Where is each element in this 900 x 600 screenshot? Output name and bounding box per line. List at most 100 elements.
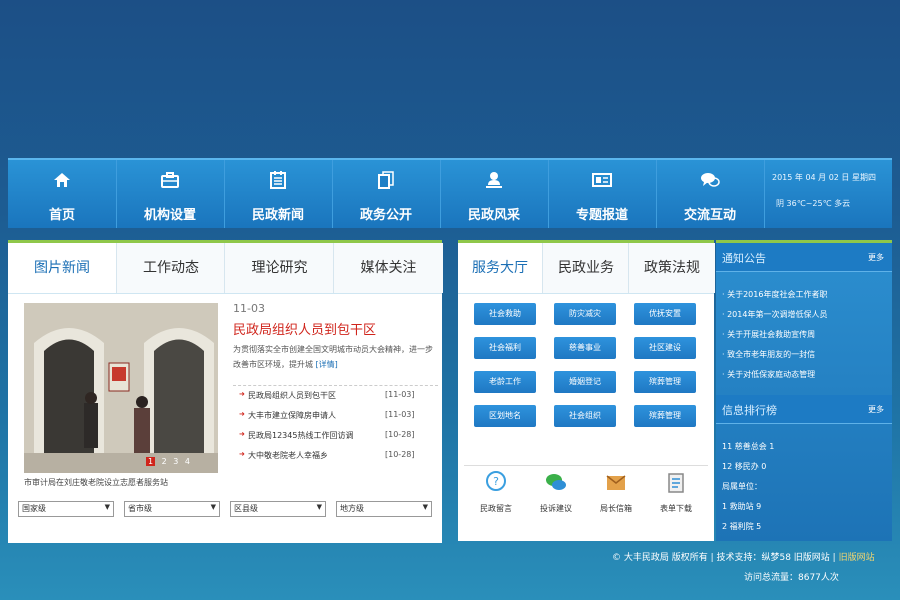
news-item-title[interactable]: 民政局组织人员到包干区 (248, 390, 336, 401)
notice-item[interactable]: · 关于2016年度社会工作者职 (722, 289, 827, 300)
footer-text: © 大丰民政局 版权所有 | 技术支持：纵梦58 旧版网站 | (612, 553, 836, 563)
list-item[interactable]: ➜ 大丰市建立保障房申请人 [11-03] (233, 406, 438, 426)
nav-interaction[interactable]: 交流互动 (656, 160, 765, 228)
nav-news-label: 民政新闻 (251, 208, 304, 223)
select-provincial-value: 省市级 (128, 504, 152, 513)
nav-style[interactable]: 民政风采 (440, 160, 549, 228)
service-button[interactable]: 防灾减灾 (554, 303, 616, 325)
service-button[interactable]: 婚姻登记 (554, 371, 616, 393)
service-button[interactable]: 殡葬管理 (634, 405, 696, 427)
quick-link-label: 局长信箱 (600, 504, 632, 513)
mailbox-icon (606, 475, 626, 490)
service-button[interactable]: 社会救助 (474, 303, 536, 325)
select-national-value: 国家级 (22, 504, 46, 513)
news-item-date: [11-03] (385, 410, 415, 419)
svg-text:?: ? (493, 475, 499, 488)
news-item-date: [11-03] (385, 390, 415, 399)
select-county-value: 区县级 (234, 504, 258, 513)
chat-bubbles-icon (546, 474, 566, 490)
picture-news-panel: 图片新闻 工作动态 理论研究 媒体关注 1 2 3 4 市审计局在刘庄敬老院设立… (8, 240, 443, 543)
notice-item[interactable]: · 关于开展社会救助宣传周 (722, 329, 815, 340)
ranking-more-link[interactable]: 更多 (868, 404, 884, 415)
nav-public-affairs[interactable]: 政务公开 (332, 160, 441, 228)
tab-service-hall[interactable]: 服务大厅 (458, 243, 542, 293)
quick-link-suggestion[interactable]: 投诉建议 (528, 471, 584, 521)
current-date: 2015 年 04 月 02 日 星期四 (772, 173, 876, 182)
chevron-down-icon: ▼ (316, 503, 322, 511)
footer-copyright: © 大丰民政局 版权所有 | 技术支持：纵梦58 旧版网站 | 旧版网站 (612, 550, 875, 563)
photo-caption[interactable]: 市审计局在刘庄敬老院设立志愿者服务站 (24, 477, 224, 488)
ranking-item: 局属单位： (722, 482, 762, 491)
quick-link-label: 民政留言 (480, 504, 512, 513)
arrow-icon: ➜ (239, 390, 245, 398)
ranking-item[interactable]: 2 福利院 5 (722, 521, 761, 532)
notice-item-text: 致全市老年朋友的一封信 (727, 350, 816, 359)
form-icon (668, 473, 684, 493)
nav-special[interactable]: 专题报道 (548, 160, 657, 228)
service-button[interactable]: 慈善事业 (554, 337, 616, 359)
old-site-link[interactable]: 旧版网站 (839, 553, 875, 563)
tab-civil-affairs[interactable]: 民政业务 (542, 243, 629, 293)
photo-page-3[interactable]: 3 (173, 457, 178, 466)
news-item-date: [10-28] (385, 430, 415, 439)
notice-item[interactable]: · 关于对低保家庭动态管理 (722, 369, 815, 380)
news-item-title[interactable]: 大丰市建立保障房申请人 (248, 410, 336, 421)
ranking-title: 信息排行榜 (722, 404, 777, 417)
nav-news[interactable]: 民政新闻 (224, 160, 333, 228)
news-list: ➜ 民政局组织人员到包干区 [11-03] ➜ 大丰市建立保障房申请人 [11-… (233, 385, 438, 466)
divider (464, 465, 708, 466)
select-local-value: 地方级 (340, 504, 364, 513)
tab-work-updates[interactable]: 工作动态 (116, 243, 225, 293)
nav-home[interactable]: 首页 (8, 160, 117, 228)
nav-interaction-label: 交流互动 (683, 208, 736, 223)
notice-item[interactable]: · 2014年第一次调增低保人员 (722, 309, 827, 320)
service-button[interactable]: 优抚安置 (634, 303, 696, 325)
service-button[interactable]: 社会福利 (474, 337, 536, 359)
service-button[interactable]: 区划地名 (474, 405, 536, 427)
list-item[interactable]: ➜ 民政局12345热线工作回访调 [10-28] (233, 426, 438, 446)
news-photo[interactable]: 1 2 3 4 (24, 303, 218, 473)
main-nav: 首页 机构设置 民政新闻 政务公开 民政风采 专题报道 交流互动 2015 年 … (8, 158, 892, 228)
tab-media-focus[interactable]: 媒体关注 (333, 243, 443, 293)
service-button[interactable]: 殡葬管理 (634, 371, 696, 393)
ranking-item[interactable]: 1 救助站 9 (722, 501, 761, 512)
tab-theory-research[interactable]: 理论研究 (224, 243, 334, 293)
briefcase-icon (161, 172, 179, 188)
ranking-header: 信息排行榜 更多 (716, 395, 892, 424)
photo-pager: 1 2 3 4 (146, 457, 190, 466)
visit-counter: 访问总流量：8677人次 (744, 573, 839, 583)
tab-picture-news[interactable]: 图片新闻 (8, 243, 116, 293)
notice-item[interactable]: · 致全市老年朋友的一封信 (722, 349, 815, 360)
photo-page-2[interactable]: 2 (162, 457, 167, 466)
news-item-title[interactable]: 大中敬老院老人幸福乡 (248, 450, 328, 461)
clipboard-icon (270, 171, 286, 189)
id-card-icon (592, 173, 612, 187)
select-national[interactable]: 国家级 ▼ (18, 501, 114, 517)
ranking-item[interactable]: 12 移民办 0 (722, 461, 766, 472)
photo-page-1[interactable]: 1 (146, 457, 156, 466)
featured-summary: 为贯彻落实全市创建全国文明城市动员大会精神，进一步改善市区环境，提升城 [详情] (233, 342, 433, 372)
select-provincial[interactable]: 省市级 ▼ (124, 501, 220, 517)
list-item[interactable]: ➜ 民政局组织人员到包干区 [11-03] (233, 386, 438, 406)
select-county[interactable]: 区县级 ▼ (230, 501, 326, 517)
featured-more-link[interactable]: [详情] (316, 360, 338, 369)
list-item[interactable]: ➜ 大中敬老院老人幸福乡 [10-28] (233, 446, 438, 466)
notice-more-link[interactable]: 更多 (868, 252, 884, 263)
photo-page-4[interactable]: 4 (185, 457, 190, 466)
tab-policy-law[interactable]: 政策法规 (628, 243, 715, 293)
featured-title[interactable]: 民政局组织人员到包干区 (233, 319, 376, 338)
service-button[interactable]: 老龄工作 (474, 371, 536, 393)
news-item-title[interactable]: 民政局12345热线工作回访调 (248, 430, 353, 441)
nav-organization[interactable]: 机构设置 (116, 160, 225, 228)
quick-link-forms[interactable]: 表单下载 (648, 471, 704, 521)
service-button[interactable]: 社区建设 (634, 337, 696, 359)
notice-item-text: 关于开展社会救助宣传周 (727, 330, 816, 339)
notice-item-text: 2014年第一次调增低保人员 (727, 310, 828, 319)
select-local[interactable]: 地方级 ▼ (336, 501, 432, 517)
quick-link-mailbox[interactable]: 局长信箱 (588, 471, 644, 521)
ranking-item[interactable]: 11 慈善总会 1 (722, 441, 774, 452)
notice-panel: 通知公告 更多 · 关于2016年度社会工作者职 · 2014年第一次调增低保人… (716, 240, 892, 541)
service-button[interactable]: 社会组织 (554, 405, 616, 427)
quick-link-message[interactable]: ? 民政留言 (468, 471, 524, 521)
chevron-down-icon: ▼ (210, 503, 216, 511)
